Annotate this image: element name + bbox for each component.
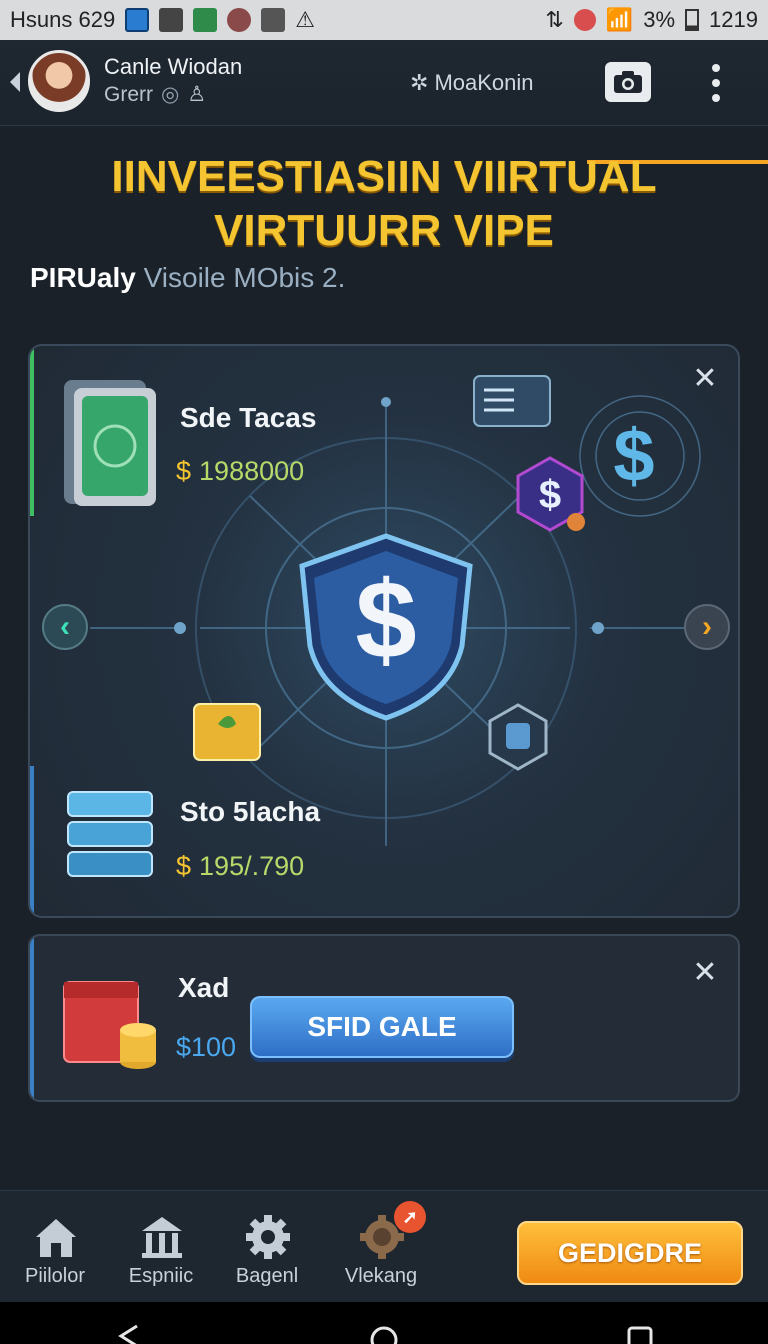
offer-card: Xad $100 SFID GALE ✕ (28, 934, 740, 1102)
item-name-1: Sde Tacas (180, 402, 317, 433)
camera-button[interactable] (605, 62, 651, 102)
prev-button[interactable]: ‹ (42, 604, 88, 650)
nav-item-home[interactable]: Piilolor (0, 1191, 110, 1303)
center-label: MoaKonin (434, 70, 534, 95)
subtitle-rest: Visoile MObis 2. (135, 262, 346, 293)
bank-icon (142, 1217, 182, 1258)
camera-icon (614, 71, 642, 93)
title-line-1: IINVEESTIASIIN VIIRTUAL (111, 152, 657, 201)
offer-name: Xad (178, 972, 230, 1003)
offer-price: $100 (176, 1032, 237, 1062)
back-nav-icon[interactable] (113, 1322, 143, 1344)
game-app-icon (227, 8, 252, 32)
home-nav-icon[interactable] (369, 1322, 399, 1344)
clock: 1219 (709, 7, 758, 32)
sync-icon: ⇅ (545, 7, 564, 32)
recents-nav-icon[interactable] (625, 1322, 655, 1344)
price-value-1: 1988000 (199, 456, 305, 486)
app-bar: Canle Wiodan Grerr ◎ ♙ ✲ MoaKonin (0, 40, 768, 164)
status-bar: Hsuns 629 ⚠ ⇅ 📶 3% 1219 (0, 0, 768, 40)
investment-card: $ $ $ ✕ Sde Tacas $1988000 ‹ › Sto 5lach… (28, 344, 740, 918)
close-icon[interactable]: ✕ (690, 364, 720, 394)
subtitle-bold: PIRUaly (30, 262, 136, 293)
nav-item-bank[interactable]: Espniic (106, 1191, 216, 1303)
back-arrow-icon[interactable] (10, 72, 20, 92)
wallet-icon (64, 380, 156, 506)
currency-2: $ (176, 851, 192, 881)
item-price-1: $1988000 (176, 456, 304, 487)
user-icon: ♙ (187, 83, 207, 106)
user-sub-label: Grerr (104, 82, 153, 106)
nav-label-3: Bagenl (235, 1265, 299, 1287)
record-icon (573, 9, 596, 31)
user-subtitle: Grerr ◎ ♙ (104, 82, 206, 107)
battery-icon (685, 9, 700, 31)
nav-label-2: Espniic (128, 1265, 194, 1287)
svg-text:$: $ (355, 559, 416, 682)
home-icon (36, 1219, 76, 1257)
price-value-2: 195/.790 (199, 851, 305, 881)
item-price-2: $195/.790 (176, 851, 304, 882)
warning-icon: ⚠ (295, 7, 315, 32)
gift-coins-icon (63, 981, 156, 1069)
page-subtitle: PIRUaly Visoile MObis 2. (30, 262, 345, 294)
close-icon[interactable]: ✕ (690, 958, 720, 988)
chart-app-icon (193, 8, 218, 32)
check-app-icon (261, 8, 286, 32)
avatar[interactable] (28, 50, 90, 112)
next-button[interactable]: › (684, 604, 730, 650)
cta-button[interactable]: GEDIGDRE (517, 1221, 743, 1285)
item-name-2: Sto 5lacha (180, 796, 321, 827)
nav-item-settings[interactable]: Bagenl (212, 1191, 322, 1303)
wifi-icon: 📶 (605, 7, 634, 32)
card-accent-blue (30, 936, 34, 1100)
nav-label-1: Piilolor (24, 1265, 86, 1287)
nav-label-4: Vlekang (344, 1265, 418, 1287)
qr-app-icon (159, 8, 184, 32)
svg-text:$: $ (539, 473, 561, 517)
title-line-2: VIRTUURR VIPE (214, 206, 554, 255)
carrier-label: Hsuns 629 (10, 7, 116, 32)
currency-1: $ (176, 456, 192, 486)
globe-icon: ◎ (161, 83, 180, 106)
center-menu[interactable]: ✲ MoaKonin (410, 70, 534, 96)
nav-item-trading[interactable]: ➚ Vlekang (326, 1191, 436, 1303)
page-title: IINVEESTIASIIN VIIRTUAL VIRTUURR VIPE (0, 150, 768, 258)
bottom-nav: Piilolor Espniic Bagenl ➚ Vlekang GEDIGD… (0, 1190, 768, 1302)
more-options-icon[interactable] (706, 60, 726, 106)
battery-percent: 3% (643, 7, 676, 32)
sparkle-icon: ✲ (410, 70, 429, 95)
user-name: Canle Wiodan (104, 54, 243, 79)
system-nav-bar (0, 1302, 768, 1344)
bluetooth-app-icon (125, 8, 150, 32)
database-icon (67, 791, 153, 877)
notification-badge: ➚ (394, 1201, 426, 1233)
svg-text:$: $ (613, 414, 654, 497)
send-button[interactable]: SFID GALE (250, 996, 514, 1058)
gear-icon (246, 1215, 290, 1259)
